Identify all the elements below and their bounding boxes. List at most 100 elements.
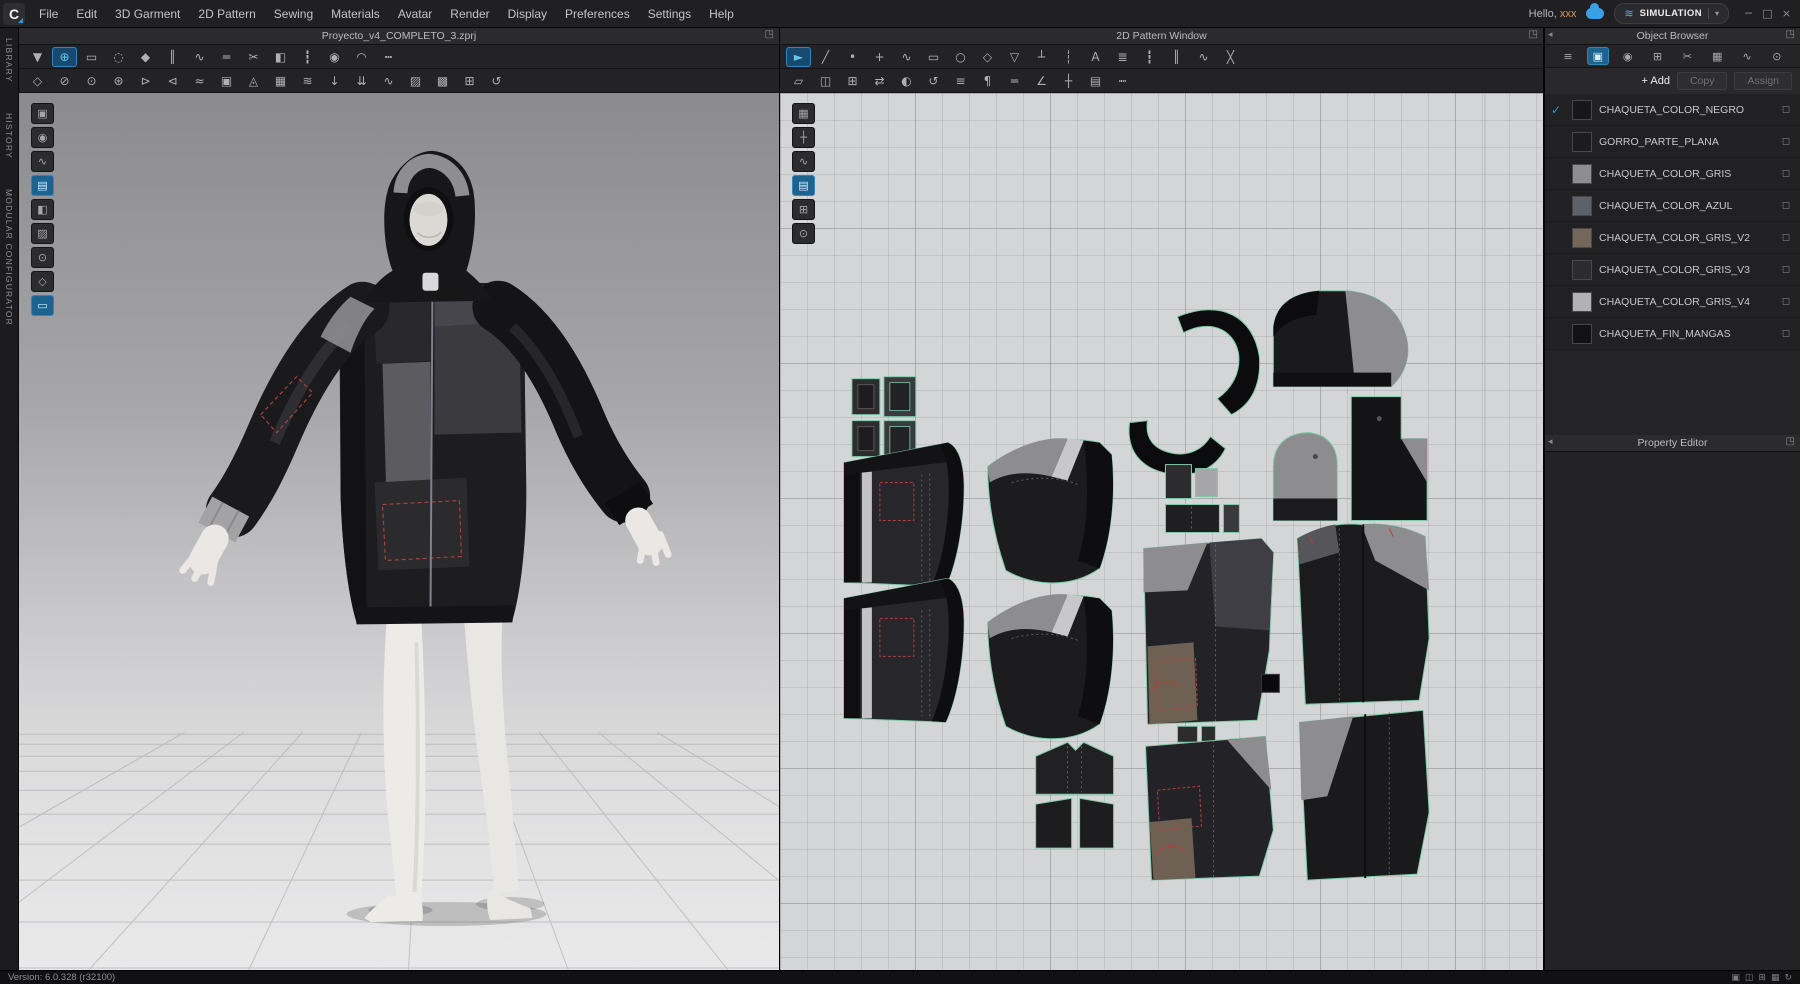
pattern-piece-cuff-right[interactable] [1080, 798, 1114, 848]
strain-map-icon[interactable]: ▨ [403, 71, 428, 91]
pin-box-icon[interactable]: ◆ [133, 47, 158, 67]
texture-editor-icon[interactable]: ▤ [1083, 71, 1108, 91]
show-pattern-mesh-icon[interactable]: ▦ [792, 103, 815, 124]
item-box-icon[interactable]: ◻ [1778, 296, 1794, 307]
simulate-icon[interactable]: ▼ [25, 47, 50, 67]
pin-create-icon[interactable]: ◇ [25, 71, 50, 91]
scissors-trim-icon[interactable]: ✂ [241, 47, 266, 67]
menu-2d-pattern[interactable]: 2D Pattern [189, 0, 264, 28]
angle-icon[interactable]: ∠ [1029, 71, 1054, 91]
menu-help[interactable]: Help [700, 0, 743, 28]
make-polygon-icon[interactable]: ◇ [975, 47, 1000, 67]
fabric-swatch[interactable] [1572, 100, 1592, 120]
collapse-panel-icon[interactable]: ◂ [1548, 437, 1553, 447]
simulation-button[interactable]: ≋ SIMULATION ▾ [1614, 3, 1729, 24]
pattern-piece-hood-crown[interactable] [1273, 291, 1408, 387]
grid-snap-icon[interactable]: ⊞ [457, 71, 482, 91]
grainline-icon[interactable]: ┼ [1056, 71, 1081, 91]
undock-icon[interactable]: ◳ [1529, 29, 1538, 40]
show-avatar-icon[interactable]: ◉ [31, 127, 54, 148]
select-rectangle-icon[interactable]: ▭ [79, 47, 104, 67]
scene-list-icon[interactable]: ≡ [1557, 47, 1579, 65]
align-icon[interactable]: ≡ [948, 71, 973, 91]
select-move-icon[interactable]: ⊕ [52, 47, 77, 67]
viewport-3d-canvas[interactable] [19, 93, 779, 970]
trace-icon[interactable]: ◫ [813, 71, 838, 91]
undock-icon[interactable]: ◳ [765, 29, 774, 40]
pattern-piece-side-panel-bottom[interactable] [844, 578, 964, 722]
topstitch-icon[interactable]: ┅ [376, 47, 401, 67]
edit-pattern-icon[interactable]: ╱ [813, 47, 838, 67]
pattern-piece-sleeve-top[interactable] [988, 438, 1113, 583]
view-single-icon[interactable]: ▣ [1731, 973, 1740, 983]
sewing-free-2d-icon[interactable]: ∿ [1191, 47, 1216, 67]
garment-list-row[interactable]: ✓ CHAQUETA_FIN_MANGAS ◻ [1545, 318, 1800, 350]
pattern-piece-front-lower[interactable] [1146, 726, 1274, 880]
add-point-icon[interactable]: + [867, 47, 892, 67]
item-box-icon[interactable]: ◻ [1778, 168, 1794, 179]
zipper-2d-icon[interactable]: ┇ [1137, 47, 1162, 67]
menu-sewing[interactable]: Sewing [265, 0, 322, 28]
detach-icon[interactable]: ⊲ [160, 71, 185, 91]
pressure-points-icon[interactable]: ⊙ [31, 247, 54, 268]
pattern-piece-cuff-left[interactable] [1036, 798, 1072, 848]
viewport-3d[interactable]: ▣◉∿▤◧▨⊙◇▭ [19, 93, 779, 970]
seam-allowance-icon[interactable]: ▱ [786, 71, 811, 91]
textured-surface-icon[interactable]: ▤ [31, 175, 54, 196]
show-stitches-icon[interactable]: ┉ [1110, 71, 1135, 91]
dart-icon[interactable]: ▽ [1002, 47, 1027, 67]
hardware-tab-icon[interactable]: ⊙ [1766, 47, 1788, 65]
tack-icon[interactable]: ⊙ [79, 71, 104, 91]
flip-icon[interactable]: ◐ [894, 71, 919, 91]
steam-icon[interactable]: ∿ [376, 71, 401, 91]
item-box-icon[interactable]: ◻ [1778, 200, 1794, 211]
zipper-icon[interactable]: ┇ [295, 47, 320, 67]
show-seams-icon[interactable]: ∿ [31, 151, 54, 172]
minimize-icon[interactable]: ─ [1739, 7, 1758, 20]
rotate-icon[interactable]: ↺ [921, 71, 946, 91]
select-lasso-icon[interactable]: ◌ [106, 47, 131, 67]
undock-icon[interactable]: ◳ [1786, 436, 1795, 447]
avatar-tab-icon[interactable]: ◉ [1617, 47, 1639, 65]
edit-sewing-icon[interactable]: ╳ [1218, 47, 1243, 67]
garment-list-row[interactable]: ✓ GORRO_PARTE_PLANA ◻ [1545, 126, 1800, 158]
fabric-swatch[interactable] [1572, 324, 1592, 344]
smooth-icon[interactable]: ≈ [187, 71, 212, 91]
topstitch-tab-icon[interactable]: ∿ [1736, 47, 1758, 65]
wind-icon[interactable]: ≋ [295, 71, 320, 91]
trim-tab-icon[interactable]: ✂ [1676, 47, 1698, 65]
view-grid-icon[interactable]: ⊞ [1758, 973, 1766, 983]
pattern-piece-side-panel-top[interactable] [844, 443, 964, 587]
undock-icon[interactable]: ◳ [1786, 29, 1795, 40]
collapse-sidebar-icon[interactable]: ◂ [1548, 30, 1553, 40]
pattern-canvas-2d[interactable]: ▦┼∿▤⊞⊙ [780, 93, 1543, 970]
menu-avatar[interactable]: Avatar [389, 0, 441, 28]
internal-line-icon[interactable]: ┆ [1056, 47, 1081, 67]
garment-list-row[interactable]: ✓ CHAQUETA_COLOR_NEGRO ◻ [1545, 94, 1800, 126]
flatten-icon[interactable]: ◧ [268, 47, 293, 67]
sewing-segment-2d-icon[interactable]: ║ [1164, 47, 1189, 67]
make-circle-icon[interactable]: ○ [948, 47, 973, 67]
assign-button[interactable]: Assign [1734, 72, 1792, 90]
fabric-swatch[interactable] [1572, 260, 1592, 280]
menu-render[interactable]: Render [441, 0, 498, 28]
garment-list-row[interactable]: ✓ CHAQUETA_COLOR_GRIS_V2 ◻ [1545, 222, 1800, 254]
rail-tab-history[interactable]: HISTORY [4, 113, 14, 159]
garment-tab-icon[interactable]: ▣ [1587, 47, 1609, 65]
app-logo-icon[interactable]: C [3, 3, 25, 25]
measure-tape-icon[interactable]: ═ [214, 47, 239, 67]
pattern-piece-sleeve-bottom[interactable] [988, 594, 1113, 739]
show-grid-icon[interactable]: ⊞ [792, 199, 815, 220]
menu-3d-garment[interactable]: 3D Garment [106, 0, 189, 28]
copy-button[interactable]: Copy [1677, 72, 1728, 90]
account-greeting[interactable]: Hello, xxx [1529, 8, 1577, 20]
pattern-piece-hood-side-right[interactable] [1351, 397, 1427, 521]
button-icon[interactable]: ◉ [322, 47, 347, 67]
pattern-piece-placket-tabs[interactable] [1165, 465, 1239, 533]
pattern-pieces-canvas[interactable] [780, 93, 1543, 970]
mesh-quad-icon[interactable]: ▦ [268, 71, 293, 91]
garment-list-row[interactable]: ✓ CHAQUETA_COLOR_GRIS_V4 ◻ [1545, 286, 1800, 318]
fabric-swatch[interactable] [1572, 292, 1592, 312]
arrangement-points-icon[interactable]: ◇ [31, 271, 54, 292]
item-box-icon[interactable]: ◻ [1778, 264, 1794, 275]
